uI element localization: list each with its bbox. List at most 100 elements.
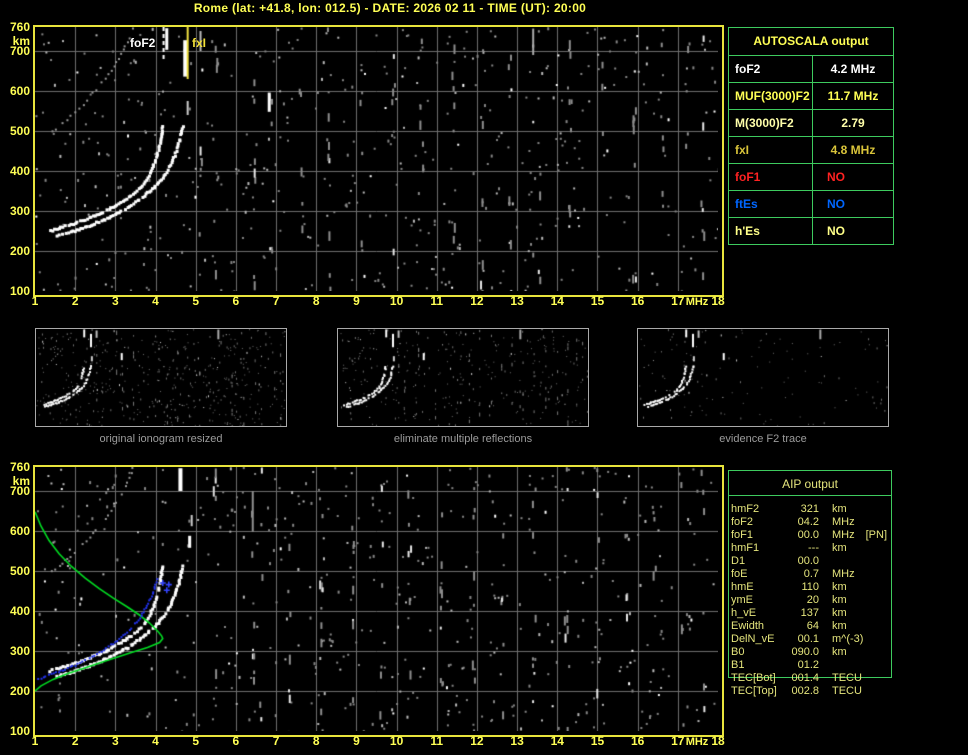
aip-value: 321 <box>800 503 819 515</box>
parameter-value: NO <box>827 224 845 238</box>
y-tick-label: 500 <box>9 124 30 138</box>
thumbnail-caption-eliminate: eliminate multiple reflections <box>393 433 533 445</box>
aip-row-TEC[Top]: TEC[Top] 002.8 TECU <box>731 685 965 698</box>
aip-row-h_vE: h_vE 137 km <box>731 607 965 620</box>
x-tick-label: 11 <box>430 734 444 748</box>
top-ionogram-plot: foF2 fxI <box>33 25 724 297</box>
x-tick-label: 15 <box>590 294 605 308</box>
aip-row-foF1: foF1 00.0 MHz [PN] <box>731 529 965 542</box>
y-tick-label: 200 <box>9 684 30 698</box>
x-tick-label: 11 <box>430 294 444 308</box>
x-tick-label: 7 <box>272 734 280 748</box>
aip-row-Ewidth: Ewidth 64 km <box>731 620 965 633</box>
x-tick-label: 7 <box>272 294 280 308</box>
aip-unit: MHz <box>832 568 855 580</box>
thumbnail-eliminate-canvas <box>338 329 588 426</box>
aip-row-hmF1: hmF1 --- km <box>731 542 965 555</box>
aip-table-title: AIP output <box>729 471 891 496</box>
autoscala-row-ftEs: ftEs NO <box>729 191 893 218</box>
bottom-ionogram-plot <box>33 465 724 737</box>
y-tick-label: 200 <box>9 244 30 258</box>
x-tick-label: 8 <box>312 294 320 308</box>
parameter-value: NO <box>827 197 845 211</box>
y-tick-label: 300 <box>9 204 30 218</box>
parameter-label: h'Es <box>729 218 813 244</box>
y-axis-unit: km <box>12 474 30 488</box>
fxI-marker-label: fxI <box>192 36 207 50</box>
thumbnail-evidence-canvas <box>638 329 888 426</box>
aip-unit: km <box>832 594 847 606</box>
aip-value: 001.4 <box>791 672 819 684</box>
parameter-label: foF1 <box>729 164 813 190</box>
y-tick-label: 760 <box>9 460 30 474</box>
aip-unit: m^(-3) <box>832 633 864 645</box>
bottom-ionogram-canvas <box>35 467 718 731</box>
top-ionogram-canvas <box>35 27 718 291</box>
parameter-label: MUF(3000)F2 <box>729 83 813 109</box>
aip-unit: MHz <box>832 529 855 541</box>
aip-value: 20 <box>806 594 819 606</box>
aip-row-ymE: ymE 20 km <box>731 594 965 607</box>
aip-value: 00.1 <box>797 633 819 645</box>
parameter-value: 2.79 <box>841 116 865 130</box>
x-tick-label: 13 <box>510 734 524 748</box>
x-axis-unit: MHz <box>685 296 709 308</box>
aip-value: 04.2 <box>797 516 819 528</box>
y-tick-label: 400 <box>9 604 30 618</box>
aip-row-hmF2: hmF2 321 km <box>731 503 965 516</box>
aip-row-B1: B1 01.2 <box>731 659 965 672</box>
aip-label: foE <box>731 568 748 580</box>
x-tick-label: 5 <box>192 734 200 748</box>
parameter-value: 4.8 MHz <box>830 143 876 157</box>
aip-label: DelN_vE <box>731 633 775 645</box>
aip-value: 0.7 <box>803 568 819 580</box>
aip-unit: km <box>832 581 847 593</box>
x-tick-label: 9 <box>353 734 360 748</box>
aip-unit: TECU <box>832 685 862 697</box>
autoscala-row-M(3000)F2: M(3000)F2 2.79 <box>729 110 893 137</box>
aip-table-rows: hmF2 321 km foF2 04.2 MHz foF1 00.0 MHz [PN] hmF1 -… <box>731 503 965 698</box>
aip-row-DelN_vE: DelN_vE 00.1 m^(-3) <box>731 633 965 646</box>
x-tick-label: 15 <box>590 734 605 748</box>
aip-label: hmF2 <box>731 503 760 515</box>
aip-label: B1 <box>731 659 745 671</box>
y-tick-label: 500 <box>9 564 30 578</box>
foF2-marker-label: foF2 <box>130 36 156 50</box>
x-tick-label: 3 <box>112 294 119 308</box>
autoscala-row-foF1: foF1 NO <box>729 164 893 191</box>
aip-row-hmE: hmE 110 km <box>731 581 965 594</box>
x-tick-label: 10 <box>389 734 404 748</box>
parameter-value: 11.7 MHz <box>827 89 879 103</box>
aip-unit: TECU <box>832 672 862 684</box>
x-tick-label: 10 <box>389 294 404 308</box>
x-tick-label: 14 <box>550 734 564 748</box>
aip-extra: [PN] <box>865 529 888 541</box>
x-tick-label: 6 <box>232 734 240 748</box>
parameter-value: 4.2 MHz <box>830 62 876 76</box>
aip-value: 00.0 <box>797 529 819 541</box>
parameter-label: M(3000)F2 <box>729 110 813 136</box>
x-tick-label: 8 <box>312 734 320 748</box>
thumbnail-original-ionogram <box>35 328 287 427</box>
autoscala-row-foF2: foF2 4.2 MHz <box>729 56 893 83</box>
x-tick-label: 16 <box>630 734 645 748</box>
y-tick-label: 100 <box>9 724 30 738</box>
aip-row-B0: B0 090.0 km <box>731 646 965 659</box>
autoscala-row-h'Es: h'Es NO <box>729 218 893 244</box>
aip-value: 01.2 <box>797 659 819 671</box>
aip-label: foF2 <box>731 516 754 528</box>
x-tick-label: 3 <box>112 734 119 748</box>
aip-value: 002.8 <box>791 685 819 697</box>
aip-row-D1: D1 00.0 <box>731 555 965 568</box>
parameter-value: NO <box>827 170 845 184</box>
x-tick-label: 4 <box>152 294 159 308</box>
aip-label: hmF1 <box>731 542 760 554</box>
x-tick-label: 2 <box>71 294 79 308</box>
x-tick-label: 9 <box>353 294 360 308</box>
aip-unit: km <box>832 542 847 554</box>
aip-unit: km <box>832 620 847 632</box>
aip-row-foF2: foF2 04.2 MHz <box>731 516 965 529</box>
autoscala-table-rows: foF2 4.2 MHz MUF(3000)F2 11.7 MHz M(3000)F2 2… <box>729 56 893 244</box>
aip-label: ymE <box>731 594 753 606</box>
x-tick-label: 2 <box>71 734 79 748</box>
